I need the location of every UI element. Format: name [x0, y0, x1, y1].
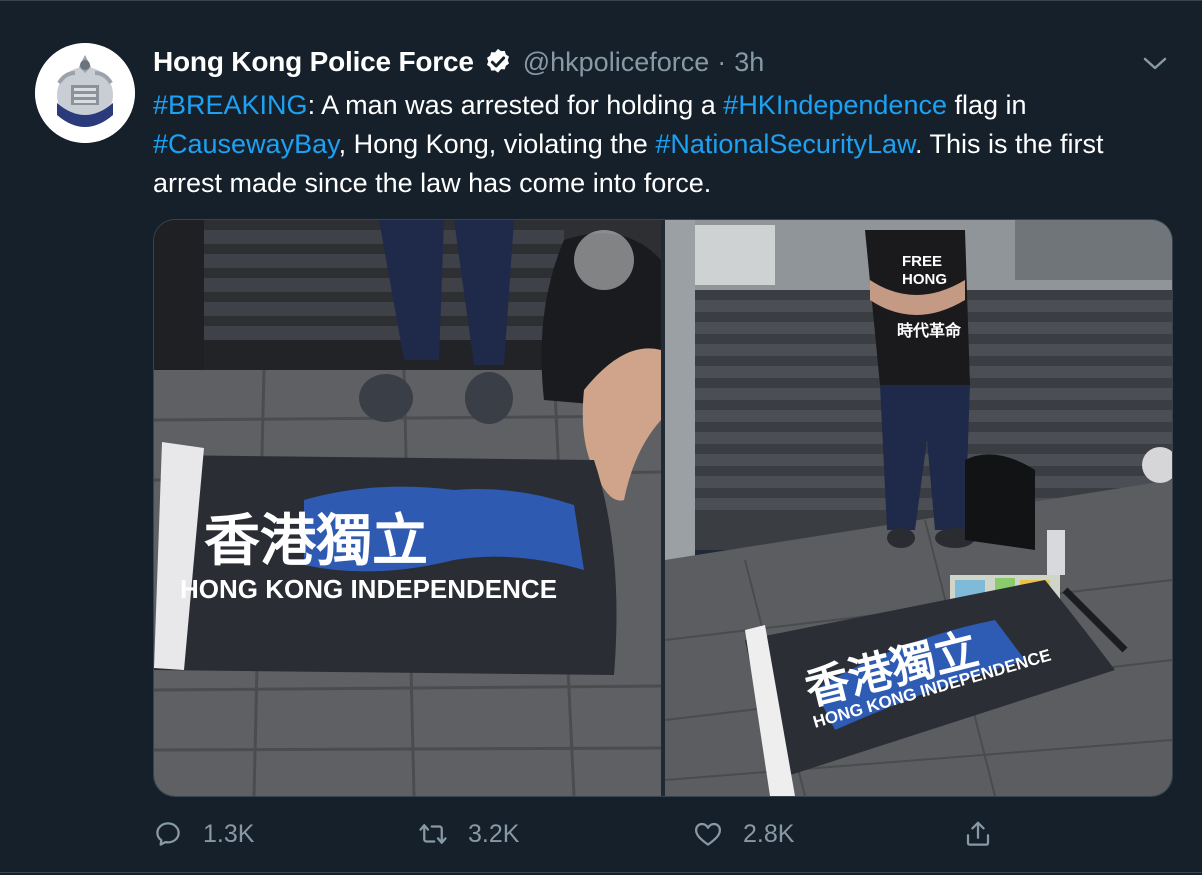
share-button[interactable] [963, 812, 993, 856]
flag-english-text-left: HONG KONG INDEPENDENCE [180, 574, 557, 604]
like-button[interactable]: 2.8K [693, 812, 794, 856]
shirt-text-line2: HONG [902, 271, 947, 288]
like-icon [695, 822, 721, 846]
hashtag-hkindependence[interactable]: #HKIndependence [723, 90, 947, 120]
media-grid: 香港獨立 HONG KONG INDEPENDENCE FREE HONG 時代… [153, 219, 1173, 797]
tweet-text-segment: flag in [946, 90, 1027, 120]
police-badge-icon [35, 43, 135, 143]
tweet-menu-caret[interactable] [1140, 52, 1170, 76]
tweet-timestamp[interactable]: 3h [734, 47, 764, 78]
reply-icon [156, 822, 180, 846]
header-separator: · [717, 46, 727, 77]
tweet-text: #BREAKING: A man was arrested for holdin… [153, 86, 1163, 203]
retweet-icon [419, 824, 447, 844]
bottom-divider [0, 872, 1202, 873]
tweet-text-segment: , Hong Kong, violating the [338, 129, 656, 159]
photo-left[interactable]: 香港獨立 HONG KONG INDEPENDENCE [154, 220, 661, 796]
tweet-text-segment: : A man was arrested for holding a [307, 90, 724, 120]
tweet-actions: 1.3K 3.2K 2.8K [153, 812, 1171, 856]
tweet-header: Hong Kong Police Force @hkpoliceforce · … [153, 44, 764, 80]
top-divider [0, 0, 1202, 1]
display-name[interactable]: Hong Kong Police Force [153, 46, 474, 78]
share-icon [966, 821, 990, 846]
verified-badge-icon [483, 47, 513, 77]
retweet-count: 3.2K [468, 819, 520, 848]
hashtag-breaking[interactable]: #BREAKING [153, 90, 308, 120]
shirt-text-line1: FREE [902, 253, 942, 270]
hashtag-nationalsecuritylaw[interactable]: #NationalSecurityLaw [655, 129, 915, 159]
user-handle[interactable]: @hkpoliceforce [523, 47, 710, 78]
hashtag-causewaybay[interactable]: #CausewayBay [153, 129, 339, 159]
chevron-down-icon [1143, 57, 1167, 70]
photo-right[interactable]: FREE HONG 時代革命 香港獨立 HONG KONG INDEPENDEN… [665, 220, 1172, 796]
flag-chinese-text-left: 香港獨立 [204, 509, 428, 574]
reply-count: 1.3K [203, 819, 255, 848]
retweet-button[interactable]: 3.2K [418, 812, 519, 856]
shirt-text-line3: 時代革命 [897, 321, 962, 340]
reply-button[interactable]: 1.3K [153, 812, 254, 856]
like-count: 2.8K [743, 819, 795, 848]
avatar[interactable] [35, 43, 135, 143]
